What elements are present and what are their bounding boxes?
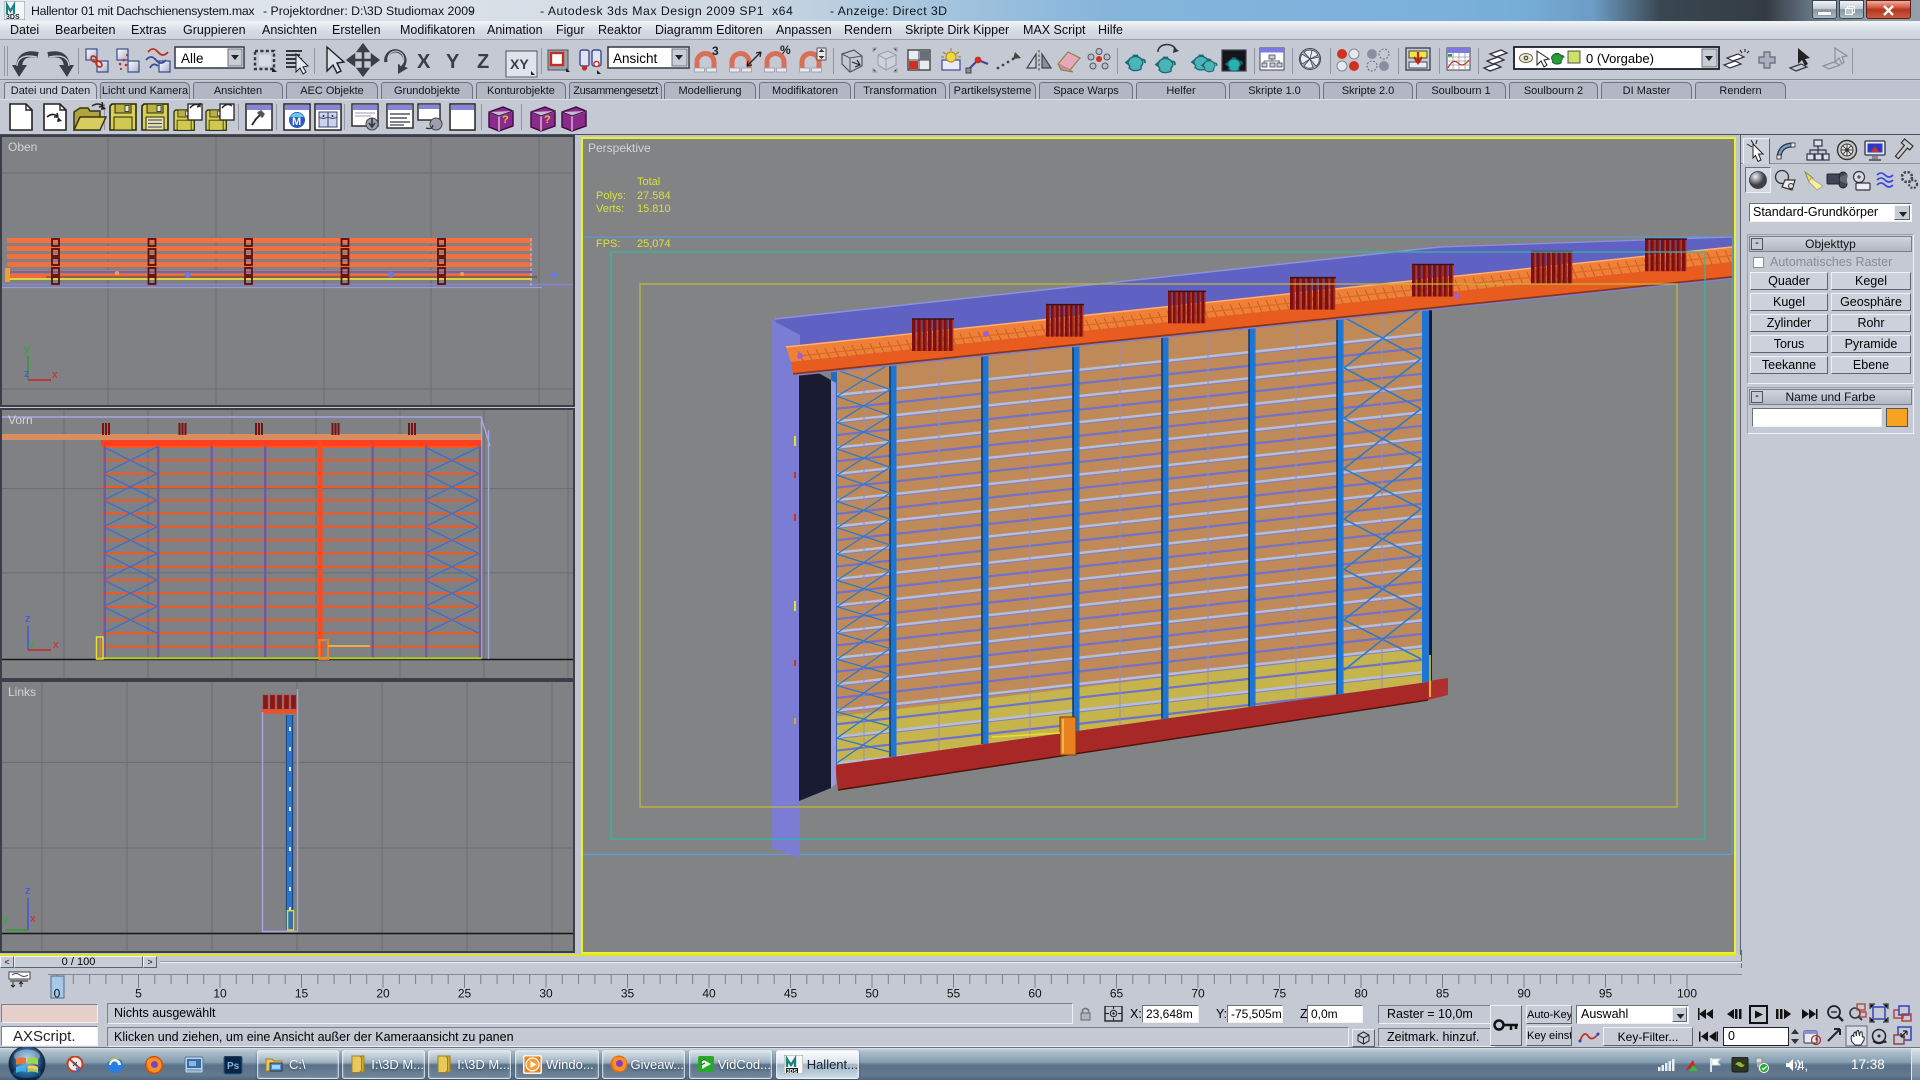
svg-text:Verts:: Verts: [596,203,624,215]
svg-text:75: 75 [1273,987,1287,1001]
svg-text:65: 65 [1110,987,1124,1001]
svg-text:25,074: 25,074 [637,238,671,250]
svg-text:z: z [25,613,31,625]
svg-text:Ansicht: Ansicht [613,51,658,66]
svg-text:?: ? [502,114,509,126]
svg-text:Z: Z [477,51,489,73]
svg-text:x: x [30,913,36,925]
svg-text:?: ? [544,114,551,126]
svg-text:z: z [25,885,31,897]
svg-text:27.584: 27.584 [637,190,671,202]
svg-text:45: 45 [784,987,798,1001]
svg-text:0: 0 [54,987,61,1001]
svg-text:XY: XY [510,56,529,72]
svg-text:Y: Y [446,51,460,73]
svg-text:y: y [3,913,9,925]
svg-text:x: x [52,369,58,381]
svg-text:y: y [24,343,30,355]
svg-text:50: 50 [865,987,879,1001]
svg-text:5: 5 [135,987,142,1001]
svg-text:0 (Vorgabe): 0 (Vorgabe) [1586,51,1654,66]
svg-text:3: 3 [712,44,719,58]
svg-text:70: 70 [1191,987,1205,1001]
svg-text:FPS:: FPS: [596,238,620,250]
svg-text:3DS: 3DS [6,14,20,20]
svg-text:80: 80 [1354,987,1368,1001]
svg-text:25: 25 [458,987,472,1001]
svg-text:Total: Total [637,176,660,188]
svg-text:%: % [780,43,791,57]
svg-text:85: 85 [1436,987,1450,1001]
svg-text:x: x [53,639,59,651]
svg-text:100: 100 [1677,987,1697,1001]
svg-text:z: z [24,368,30,380]
svg-text:X: X [417,51,431,73]
svg-text:Alle: Alle [181,51,204,66]
svg-text:15: 15 [295,987,309,1001]
svg-text:15.810: 15.810 [637,203,671,215]
svg-text:30: 30 [539,987,553,1001]
svg-text:40: 40 [702,987,716,1001]
svg-text:3DS: 3DS [787,1069,798,1074]
svg-text:M: M [292,116,301,128]
svg-text:95: 95 [1599,987,1613,1001]
svg-text:y: y [29,638,35,650]
svg-text:10: 10 [213,987,227,1001]
svg-text:90: 90 [1517,987,1531,1001]
svg-text:Ps: Ps [227,1061,240,1072]
svg-text:60: 60 [1028,987,1042,1001]
svg-text:55: 55 [947,987,961,1001]
svg-text:35: 35 [621,987,635,1001]
svg-text:20: 20 [376,987,390,1001]
svg-text:4,8: 4,8 [1798,1059,1808,1073]
svg-text:Polys:: Polys: [596,190,626,202]
